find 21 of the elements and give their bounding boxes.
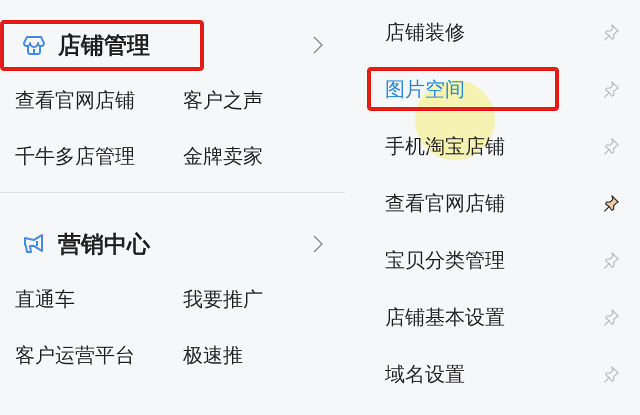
section-title[interactable]: 营销中心 — [58, 228, 150, 260]
submenu-item[interactable]: 域名设置 — [367, 352, 559, 396]
chevron-right-icon[interactable] — [313, 235, 323, 253]
submenu-item[interactable]: 店铺装修 — [367, 10, 559, 54]
menu-link[interactable]: 极速推 — [183, 341, 345, 369]
submenu-item[interactable]: 手机淘宝店铺 — [367, 124, 599, 168]
menu-link[interactable]: 我要推广 — [183, 285, 345, 313]
megaphone-icon — [22, 232, 46, 256]
pin-icon[interactable] — [602, 194, 620, 212]
menu-link[interactable]: 直通车 — [15, 285, 183, 313]
section-title[interactable]: 店铺管理 — [58, 30, 150, 60]
submenu-item[interactable]: 宝贝分类管理 — [367, 238, 599, 282]
menu-link[interactable]: 客户运营平台 — [15, 341, 183, 369]
store-icon — [22, 33, 46, 57]
menu-link[interactable]: 金牌卖家 — [183, 142, 345, 170]
chevron-right-icon[interactable] — [313, 36, 323, 54]
submenu-item[interactable]: 查看官网店铺 — [367, 181, 599, 225]
menu-link[interactable]: 千牛多店管理 — [15, 142, 183, 170]
menu-link[interactable]: 客户之声 — [183, 86, 345, 114]
submenu-item[interactable]: 店铺基本设置 — [367, 295, 599, 339]
menu-link[interactable]: 查看官网店铺 — [15, 86, 183, 114]
